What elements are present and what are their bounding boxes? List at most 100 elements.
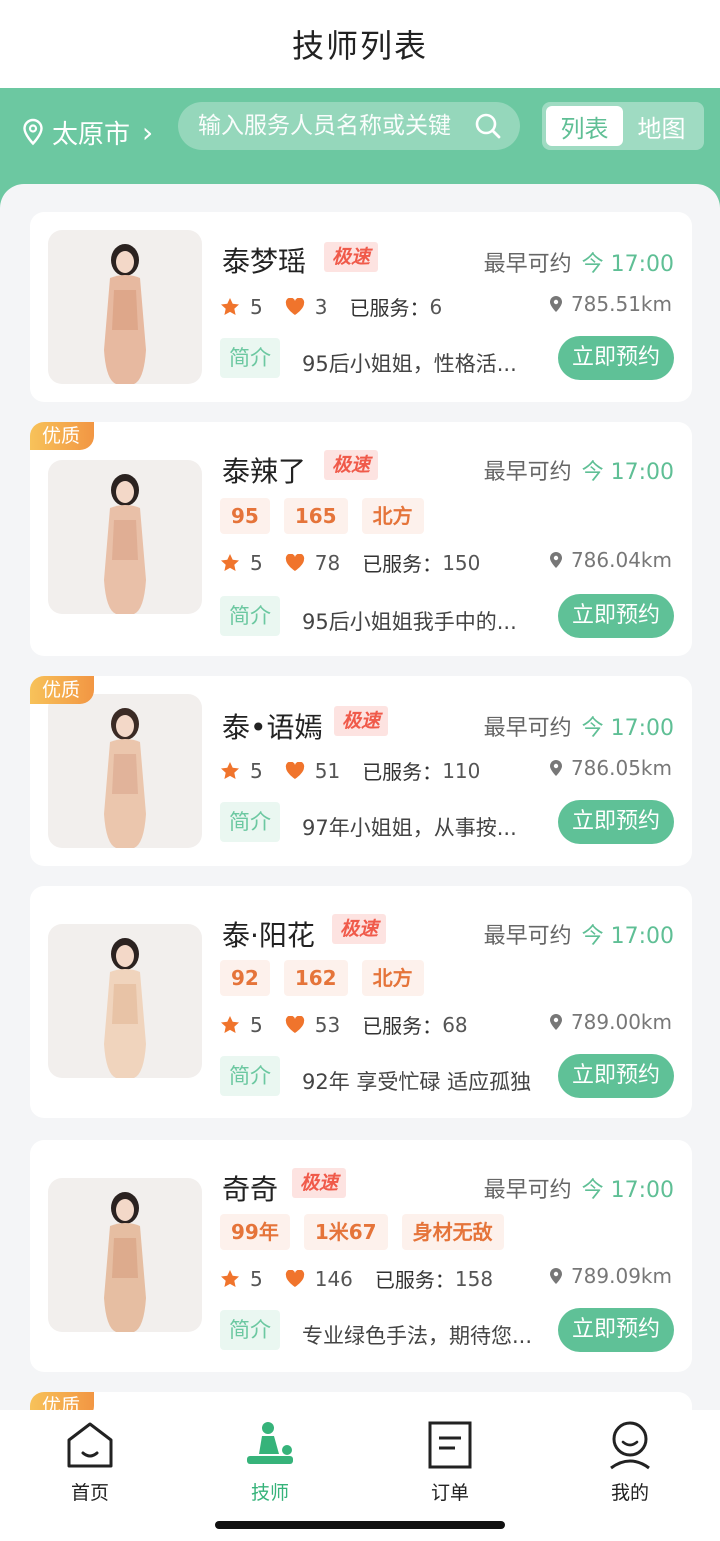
likes-value: 146	[314, 1266, 353, 1291]
city-selector[interactable]: 太原市 ›	[22, 112, 153, 152]
star-icon	[221, 1269, 239, 1287]
heart-icon	[285, 297, 304, 315]
served-value: 150	[442, 550, 481, 575]
chevron-right-icon: ›	[142, 115, 154, 149]
tag: 162	[283, 960, 348, 996]
page-title: 技师列表	[291, 27, 428, 65]
tag: 身材无敌	[401, 1214, 504, 1250]
tag: 1米67	[303, 1214, 388, 1250]
stats-row: 5 146 已服务： 158	[220, 1264, 493, 1293]
technician-card[interactable]: 泰梦瑶 极速 最早可约今 17:00 5 3 已服务： 6 785.51km 简…	[30, 212, 692, 402]
served-label: 已服务：	[374, 1268, 455, 1292]
speed-badge: 极速	[332, 914, 387, 944]
rating-value: 5	[250, 1012, 263, 1037]
stats-row: 5 78 已服务： 150	[220, 548, 480, 577]
distance: 789.09km	[549, 1264, 672, 1288]
available-time: 今 17:00	[581, 460, 674, 485]
quality-badge: 优质	[30, 676, 95, 704]
tag: 北方	[361, 498, 424, 534]
rating-value: 5	[250, 758, 263, 783]
speed-badge: 极速	[324, 450, 379, 480]
technician-photo	[48, 1178, 202, 1332]
earliest-label: 最早可约	[483, 252, 572, 277]
location-pin-icon	[549, 760, 562, 776]
tab-technician[interactable]: 技师	[210, 1420, 330, 1505]
tab-home[interactable]: 首页	[30, 1420, 150, 1505]
heart-icon	[285, 1269, 304, 1287]
likes-value: 78	[314, 550, 341, 575]
intro-text: 95后小姐姐，性格活...	[302, 352, 517, 376]
profile-icon	[610, 1421, 650, 1470]
distance-value: 789.09km	[570, 1264, 672, 1288]
view-list-tab[interactable]: 列表	[546, 106, 623, 146]
star-icon	[221, 297, 239, 315]
order-icon	[428, 1421, 472, 1469]
speed-badge: 极速	[292, 1168, 347, 1198]
earliest-label: 最早可约	[483, 716, 572, 741]
likes-value: 3	[314, 294, 328, 319]
star-icon	[221, 761, 239, 779]
technician-name: 泰梦瑶	[222, 245, 307, 278]
star-icon	[221, 553, 239, 571]
tab-label: 我的	[610, 1482, 649, 1504]
massage-icon	[247, 1422, 293, 1464]
intro-text: 92年 享受忙碌 适应孤独	[302, 1070, 532, 1094]
served-label: 已服务：	[362, 760, 443, 784]
view-map-tab[interactable]: 地图	[623, 106, 700, 146]
earliest-label: 最早可约	[483, 1178, 572, 1203]
distance-value: 789.00km	[570, 1010, 672, 1034]
tag-list: 92 162 北方	[220, 960, 438, 996]
served-value: 6	[429, 294, 443, 319]
book-now-button[interactable]: 立即预约	[557, 336, 674, 380]
book-now-button[interactable]: 立即预约	[557, 594, 674, 638]
heart-icon	[285, 761, 304, 779]
available-time: 今 17:00	[581, 924, 674, 949]
technician-name: 泰辣了	[222, 455, 307, 488]
tag: 165	[283, 498, 348, 534]
search-icon[interactable]	[474, 112, 502, 140]
technician-name: 奇奇	[222, 1173, 279, 1206]
location-pin-icon	[23, 118, 43, 146]
speed-badge: 极速	[324, 242, 379, 272]
earliest-available: 最早可约今 17:00	[484, 1172, 674, 1204]
tab-label: 首页	[70, 1482, 109, 1504]
distance: 786.05km	[549, 756, 672, 780]
technician-photo	[48, 460, 202, 614]
tab-profile[interactable]: 我的	[570, 1420, 690, 1505]
rating-value: 5	[250, 1266, 263, 1291]
tag: 92	[220, 960, 270, 996]
book-now-button[interactable]: 立即预约	[557, 800, 674, 844]
rating-value: 5	[250, 550, 263, 575]
book-now-button[interactable]: 立即预约	[557, 1308, 674, 1352]
location-pin-icon	[549, 552, 562, 568]
technician-card[interactable]: 优质 泰辣了 极速 最早可约今 17:00 95 165 北方 5 78 已服务…	[30, 422, 692, 656]
tag: 95	[220, 498, 270, 534]
home-icon	[67, 1422, 113, 1468]
book-now-button[interactable]: 立即预约	[557, 1054, 674, 1098]
technician-card[interactable]: 奇奇 极速 最早可约今 17:00 99年 1米67 身材无敌 5 146 已服…	[30, 1140, 692, 1372]
intro-label: 简介	[220, 802, 280, 842]
technician-card[interactable]: 优质 泰•语嫣 极速 最早可约今 17:00 5 51 已服务： 110 786…	[30, 676, 692, 866]
available-time: 今 17:00	[581, 716, 674, 741]
technician-photo	[48, 230, 202, 384]
likes-value: 53	[314, 1012, 341, 1037]
heart-icon	[285, 553, 304, 571]
top-bar: 技师列表	[0, 0, 720, 88]
served-value: 110	[442, 758, 481, 783]
intro-text: 95后小姐姐我手中的...	[302, 610, 517, 634]
search-box[interactable]	[178, 102, 520, 150]
tag-list: 95 165 北方	[220, 498, 438, 534]
earliest-label: 最早可约	[483, 460, 572, 485]
quality-badge: 优质	[30, 422, 95, 450]
intro-label: 简介	[220, 596, 280, 636]
search-input[interactable]	[196, 112, 464, 140]
intro-label: 简介	[220, 1056, 280, 1096]
home-indicator[interactable]	[215, 1521, 505, 1529]
technician-card[interactable]: 泰·阳花 极速 最早可约今 17:00 92 162 北方 5 53 已服务： …	[30, 886, 692, 1118]
tab-label: 技师	[250, 1482, 289, 1504]
tab-orders[interactable]: 订单	[390, 1420, 510, 1505]
intro-label: 简介	[220, 338, 280, 378]
served-label: 已服务：	[349, 296, 430, 320]
served-label: 已服务：	[362, 1014, 443, 1038]
intro-label: 简介	[220, 1310, 280, 1350]
